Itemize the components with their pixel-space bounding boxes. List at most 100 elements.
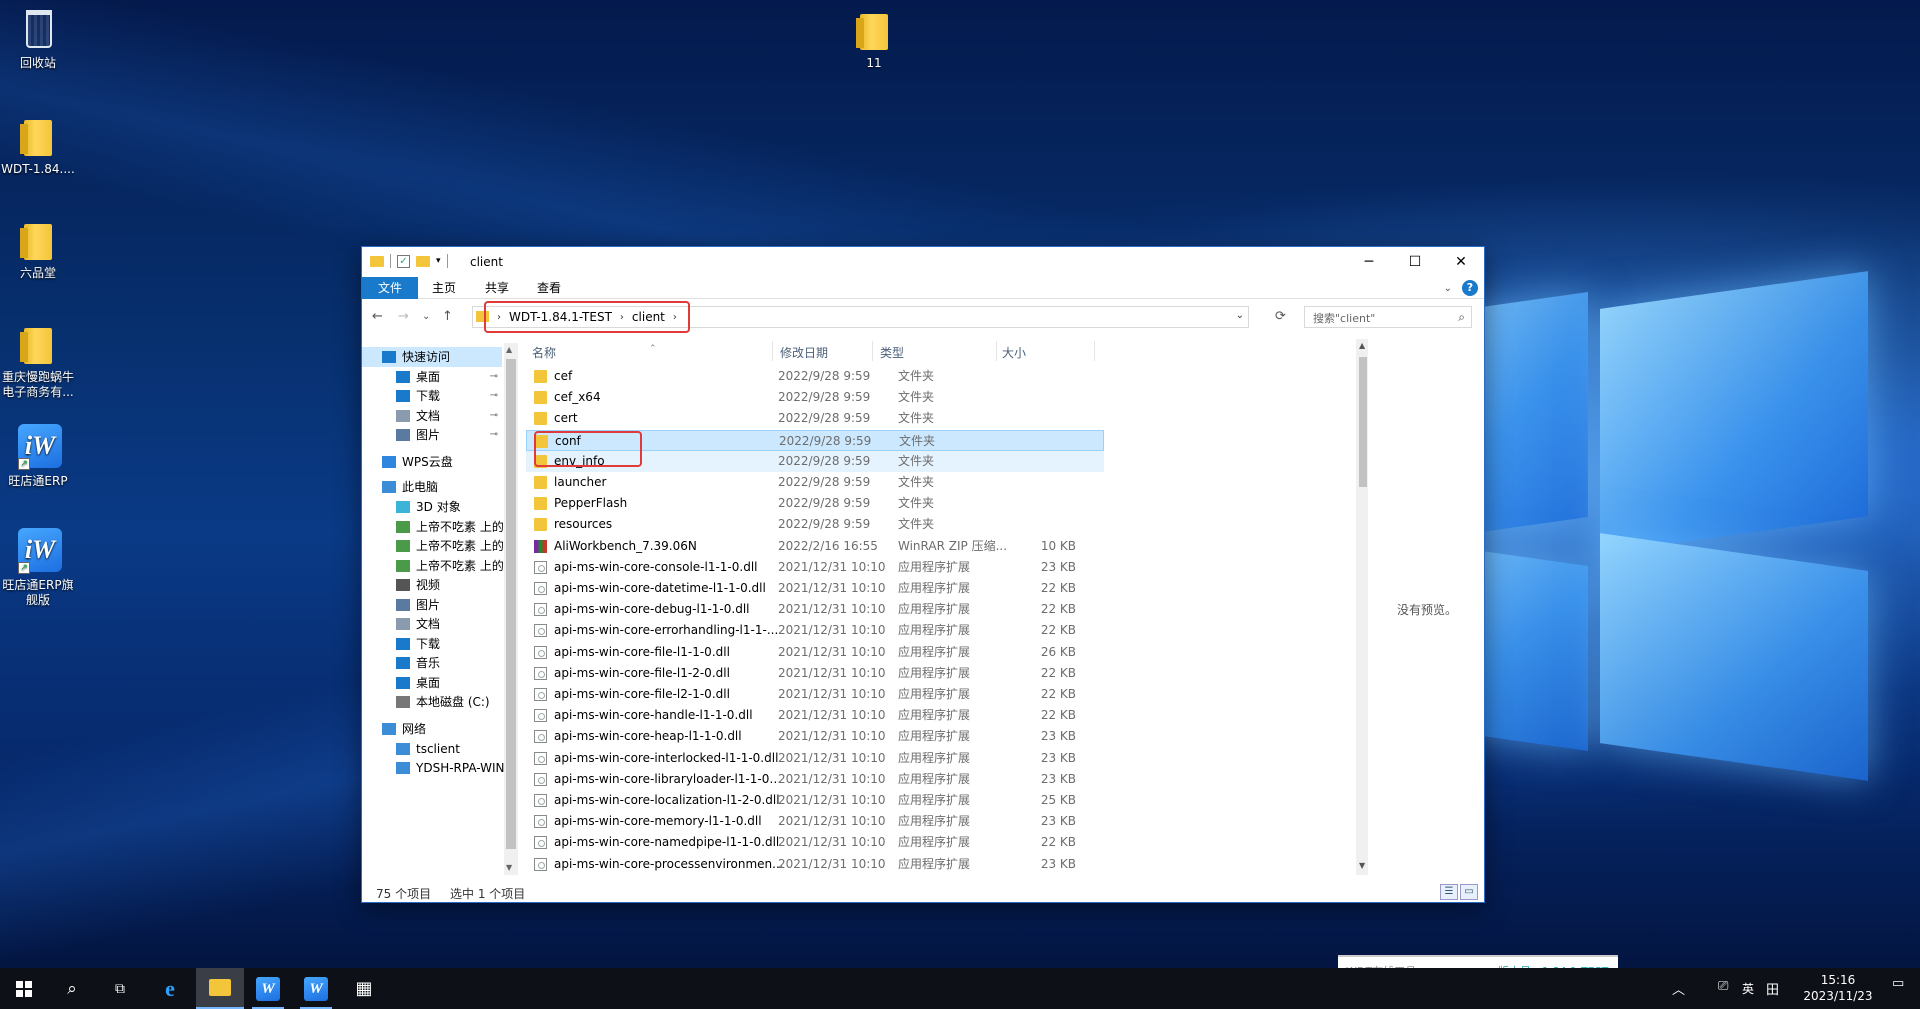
desktop-icon-wangdiantong-erp[interactable]: iW ↗ 旺店通ERP — [0, 424, 76, 489]
file-row[interactable]: api-ms-win-core-file-l1-1-0.dll 2021/12/3… — [526, 642, 1104, 663]
nav-item[interactable]: 网络 — [362, 719, 502, 739]
nav-item[interactable]: 文档 — [362, 614, 502, 634]
file-row[interactable]: resources 2022/9/28 9:59 文件夹 — [526, 514, 1104, 535]
column-divider[interactable] — [1094, 341, 1095, 361]
scrollbar-thumb[interactable] — [506, 359, 516, 849]
show-hidden-icons-icon[interactable]: ︿ — [1672, 979, 1685, 998]
nav-item[interactable]: WPS云盘 — [362, 452, 502, 472]
tab-share[interactable]: 共享 — [471, 277, 523, 299]
file-row[interactable]: api-ms-win-core-datetime-l1-1-0.dll 2021/… — [526, 578, 1104, 599]
back-arrow-icon[interactable]: ← — [372, 309, 383, 324]
column-divider[interactable] — [772, 341, 773, 361]
input-mode-icon[interactable]: 田 — [1766, 979, 1779, 998]
column-divider[interactable] — [872, 341, 873, 361]
help-icon[interactable]: ? — [1462, 280, 1478, 296]
nav-item[interactable]: 上帝不吃素 上的 — [362, 517, 504, 537]
network-icon[interactable]: ⎚ — [1718, 979, 1728, 994]
nav-item[interactable]: 快速访问 — [362, 347, 502, 367]
nav-item[interactable]: 下载 — [362, 634, 502, 654]
taskbar-app-ie[interactable]: e — [146, 968, 194, 1009]
file-row[interactable]: api-ms-win-core-file-l2-1-0.dll 2021/12/3… — [526, 684, 1104, 705]
nav-item[interactable]: YDSH-RPA-WIN — [362, 758, 505, 778]
desktop-icon-company-folder[interactable]: 重庆慢跑蜗牛电子商务有... — [0, 322, 76, 400]
desktop-icon-recycle-bin[interactable]: 回收站 — [0, 8, 76, 71]
file-row[interactable]: launcher 2022/9/28 9:59 文件夹 — [526, 472, 1104, 493]
scroll-up-icon[interactable]: ▲ — [1359, 341, 1365, 350]
nav-item[interactable]: 文档 ⊸ — [362, 406, 502, 426]
task-view-button[interactable]: ⧉ — [96, 968, 144, 1009]
column-date[interactable]: 修改日期 — [780, 344, 828, 361]
file-row[interactable]: api-ms-win-core-heap-l1-1-0.dll 2021/12/3… — [526, 726, 1104, 747]
input-language-indicator[interactable]: 英 — [1742, 980, 1754, 997]
nav-item[interactable]: 图片 — [362, 595, 502, 615]
nav-item[interactable]: 音乐 — [362, 653, 502, 673]
close-button[interactable]: ✕ — [1438, 247, 1484, 277]
desktop-icon-liupintang-folder[interactable]: 六品堂 — [0, 218, 76, 281]
file-row[interactable]: api-ms-win-core-processenvironmen... 2021… — [526, 854, 1104, 875]
nav-item[interactable]: 下载 ⊸ — [362, 386, 502, 406]
search-button[interactable]: ⌕ — [48, 968, 96, 1009]
forward-arrow-icon[interactable]: → — [398, 309, 409, 324]
file-row[interactable]: AliWorkbench_7.39.06N 2022/2/16 16:55 WinR… — [526, 536, 1104, 557]
scrollbar-thumb[interactable] — [1359, 357, 1367, 487]
column-name[interactable]: 名称 — [532, 344, 556, 361]
column-size[interactable]: 大小 — [1002, 344, 1026, 361]
nav-item[interactable]: 视频 — [362, 575, 502, 595]
new-folder-icon[interactable] — [416, 255, 430, 267]
nav-item[interactable]: 3D 对象 — [362, 497, 502, 517]
nav-item[interactable]: tsclient — [362, 739, 502, 759]
desktop-icon-wdt-folder[interactable]: WDT-1.84.... — [0, 114, 76, 177]
up-arrow-icon[interactable]: ↑ — [442, 309, 453, 324]
minimize-button[interactable]: ─ — [1346, 247, 1392, 277]
scroll-up-icon[interactable]: ▲ — [506, 345, 512, 354]
file-row[interactable]: cef_x64 2022/9/28 9:59 文件夹 — [526, 387, 1104, 408]
file-row[interactable]: cef 2022/9/28 9:59 文件夹 — [526, 366, 1104, 387]
recent-locations-icon[interactable]: ⌄ — [422, 311, 430, 322]
file-row[interactable]: api-ms-win-core-handle-l1-1-0.dll 2021/12… — [526, 705, 1104, 726]
large-icons-view-icon[interactable]: ▭ — [1460, 884, 1478, 900]
file-list-scrollbar[interactable]: ▲ ▼ — [1356, 339, 1368, 875]
file-row[interactable]: cert 2022/9/28 9:59 文件夹 — [526, 408, 1104, 429]
desktop-icon-wangdiantong-erp-flagship[interactable]: iW ↗ 旺店通ERP旗舰版 — [0, 528, 76, 608]
nav-item[interactable]: 桌面 — [362, 673, 502, 693]
refresh-icon[interactable]: ⟳ — [1275, 309, 1286, 324]
start-button[interactable] — [0, 968, 48, 1009]
address-dropdown-icon[interactable]: ⌄ — [1236, 310, 1244, 321]
details-view-icon[interactable]: ☰ — [1440, 884, 1458, 900]
column-divider[interactable] — [996, 341, 997, 361]
taskbar-app-wangdiantong[interactable]: W — [244, 968, 292, 1009]
nav-item[interactable]: 上帝不吃素 上的 — [362, 556, 504, 576]
file-row[interactable]: api-ms-win-core-localization-l1-2-0.dll 2… — [526, 790, 1104, 811]
file-row[interactable]: api-ms-win-core-debug-l1-1-0.dll 2021/12/… — [526, 599, 1104, 620]
clock[interactable]: 15:16 2023/11/23 — [1798, 972, 1878, 1004]
scroll-down-icon[interactable]: ▼ — [506, 863, 512, 872]
tab-home[interactable]: 主页 — [418, 277, 470, 299]
expand-ribbon-icon[interactable]: ⌄ — [1444, 283, 1452, 294]
notification-center-icon[interactable]: ▭ — [1892, 976, 1910, 1000]
file-explorer-window[interactable]: ✓ ▾ client ─ ☐ ✕ 文件 主页 共享 查看 ⌄ ? ← → ⌄ ↑… — [361, 246, 1485, 903]
customize-toolbar-icon[interactable]: ▾ — [436, 256, 441, 266]
file-row[interactable]: api-ms-win-core-namedpipe-l1-1-0.dll 2021… — [526, 832, 1104, 853]
file-row[interactable]: api-ms-win-core-errorhandling-l1-1-... 20… — [526, 620, 1104, 641]
file-row[interactable]: api-ms-win-core-libraryloader-l1-1-0....… — [526, 769, 1104, 790]
properties-icon[interactable]: ✓ — [397, 254, 410, 268]
taskbar-app-explorer[interactable] — [196, 968, 244, 1009]
scroll-down-icon[interactable]: ▼ — [1359, 861, 1365, 870]
nav-item[interactable]: 上帝不吃素 上的 — [362, 536, 504, 556]
desktop-icon-folder-11[interactable]: 11 — [836, 8, 912, 71]
title-bar[interactable]: ✓ ▾ client ─ ☐ ✕ — [362, 247, 1484, 277]
nav-item[interactable]: 此电脑 — [362, 477, 502, 497]
tab-file[interactable]: 文件 — [362, 277, 419, 299]
taskbar-app-calculator[interactable]: ▦ — [340, 968, 388, 1009]
file-row[interactable]: api-ms-win-core-interlocked-l1-1-0.dll 20… — [526, 748, 1104, 769]
nav-item[interactable]: 本地磁盘 (C:) — [362, 692, 502, 712]
file-row[interactable]: api-ms-win-core-memory-l1-1-0.dll 2021/12… — [526, 811, 1104, 832]
file-row[interactable]: PepperFlash 2022/9/28 9:59 文件夹 — [526, 493, 1104, 514]
taskbar-app-wangdiantong-flagship[interactable]: W — [292, 968, 340, 1009]
tab-view[interactable]: 查看 — [523, 277, 575, 299]
nav-item[interactable]: 图片 ⊸ — [362, 425, 502, 445]
search-input[interactable]: 搜索"client" ⌕ — [1304, 306, 1472, 328]
nav-scrollbar[interactable]: ▲ ▼ — [504, 343, 518, 875]
file-row[interactable]: api-ms-win-core-console-l1-1-0.dll 2021/1… — [526, 557, 1104, 578]
column-type[interactable]: 类型 — [880, 344, 904, 361]
